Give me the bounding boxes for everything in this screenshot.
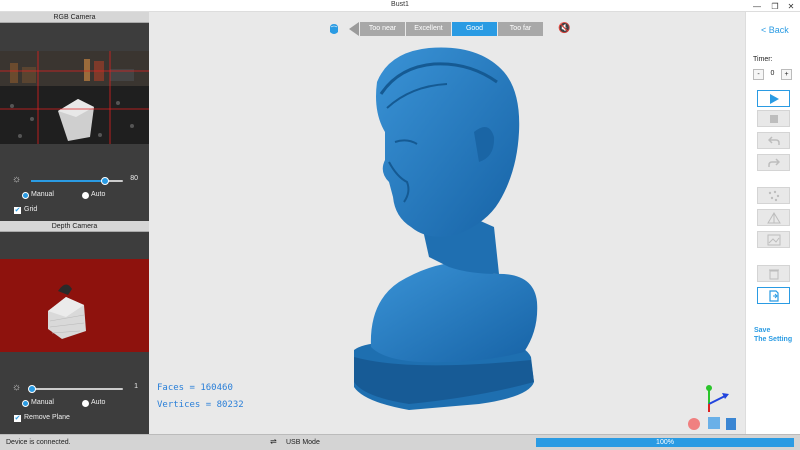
play-button[interactable]: [757, 90, 790, 107]
depth-camera-header: Depth Camera: [0, 221, 149, 232]
camera-panel: RGB Camera ☼ 80 Manual Auto ✔ Grid Depth…: [0, 12, 149, 434]
display-icon: [708, 417, 720, 429]
3d-viewport[interactable]: Too near Excellent Good Too far 🔇 Faces …: [149, 12, 745, 434]
rgb-auto-radio[interactable]: [82, 192, 89, 199]
depth-auto-label: Auto: [91, 399, 106, 406]
rgb-camera-header: RGB Camera: [0, 12, 149, 23]
undo-button[interactable]: [757, 132, 790, 149]
save-setting-line1: Save: [754, 327, 771, 334]
remove-plane-label: Remove Plane: [24, 414, 70, 421]
title-bar: Bust1 — ❐ ✕: [0, 0, 800, 12]
brightness-icon: ☼: [12, 174, 22, 185]
grid-checkbox[interactable]: ✔: [14, 207, 21, 214]
depth-auto-radio[interactable]: [82, 400, 89, 407]
mesh-icon: [766, 211, 781, 223]
bust-model: [354, 47, 538, 410]
remove-plane-checkbox[interactable]: ✔: [14, 415, 21, 422]
tool-panel: < Back Timer: - 0 + Save The Setting: [745, 12, 800, 434]
rgb-brightness-value: 80: [130, 175, 138, 182]
back-button[interactable]: < Back: [761, 25, 789, 35]
grid-row: ✔ Grid: [0, 204, 149, 219]
depth-brightness-knob[interactable]: [27, 385, 36, 393]
save-setting-line2: The Setting: [754, 336, 793, 343]
rgb-auto-label: Auto: [91, 191, 106, 198]
rgb-manual-label: Manual: [31, 191, 54, 198]
rgb-mode-row: Manual Auto: [0, 189, 149, 204]
brightness-icon: ☼: [12, 382, 22, 393]
timer-plus-button[interactable]: +: [781, 69, 792, 80]
minimize-button[interactable]: —: [748, 0, 766, 12]
save-setting-link[interactable]: Save The Setting: [754, 326, 792, 344]
window-title: Bust1: [391, 1, 409, 8]
rgb-brightness-slider[interactable]: [31, 177, 123, 185]
depth-mode-row: Manual Auto: [0, 397, 149, 412]
status-bar: Device is connected. ⇌ USB Mode 100%: [0, 434, 800, 450]
depth-brightness-value: 1: [134, 383, 138, 390]
grid-label: Grid: [24, 206, 38, 213]
rgb-brightness-fill: [31, 180, 105, 182]
point-cloud-button[interactable]: [757, 187, 790, 204]
export-button[interactable]: [757, 287, 790, 304]
rgb-camera-image: [0, 51, 149, 144]
texture-icon: [767, 234, 780, 245]
mesh-button[interactable]: [757, 209, 790, 226]
save-icon: [726, 418, 736, 430]
rgb-camera-view: [0, 51, 149, 144]
connection-status: Device is connected.: [6, 439, 71, 446]
stop-icon: [769, 114, 778, 123]
stop-button[interactable]: [757, 110, 790, 127]
undo-icon: [767, 135, 780, 145]
depth-brightness-slider[interactable]: [27, 385, 123, 393]
rgb-brightness-row: ☼ 80: [0, 174, 149, 189]
timer-label: Timer:: [753, 56, 773, 63]
timer-stepper[interactable]: - 0 +: [753, 69, 792, 80]
redo-icon: [767, 157, 780, 167]
close-button[interactable]: ✕: [782, 0, 800, 12]
depth-manual-label: Manual: [31, 399, 54, 406]
share-icon: [688, 418, 700, 430]
progress-bar: 100%: [536, 438, 794, 447]
rgb-manual-radio[interactable]: [22, 192, 29, 199]
depth-camera-view: [0, 259, 149, 352]
depth-brightness-row: ☼ 1: [0, 382, 149, 397]
redo-button[interactable]: [757, 154, 790, 171]
depth-manual-radio[interactable]: [22, 400, 29, 407]
point-cloud-icon: [768, 190, 779, 201]
export-icon: [768, 289, 779, 302]
vertices-count: Vertices = 80232: [157, 400, 244, 410]
timer-value[interactable]: 0: [764, 69, 781, 80]
faces-count: Faces = 160460: [157, 383, 233, 393]
usb-mode-label: USB Mode: [286, 439, 320, 446]
remove-plane-row: ✔ Remove Plane: [0, 412, 149, 427]
view-icons: [688, 417, 736, 430]
rgb-brightness-knob[interactable]: [100, 177, 109, 185]
depth-camera-image: [0, 259, 149, 352]
delete-button[interactable]: [757, 265, 790, 282]
texture-button[interactable]: [757, 231, 790, 248]
timer-minus-button[interactable]: -: [753, 69, 764, 80]
usb-icon: ⇌: [270, 437, 277, 446]
play-icon: [769, 93, 779, 104]
trash-icon: [768, 269, 779, 279]
